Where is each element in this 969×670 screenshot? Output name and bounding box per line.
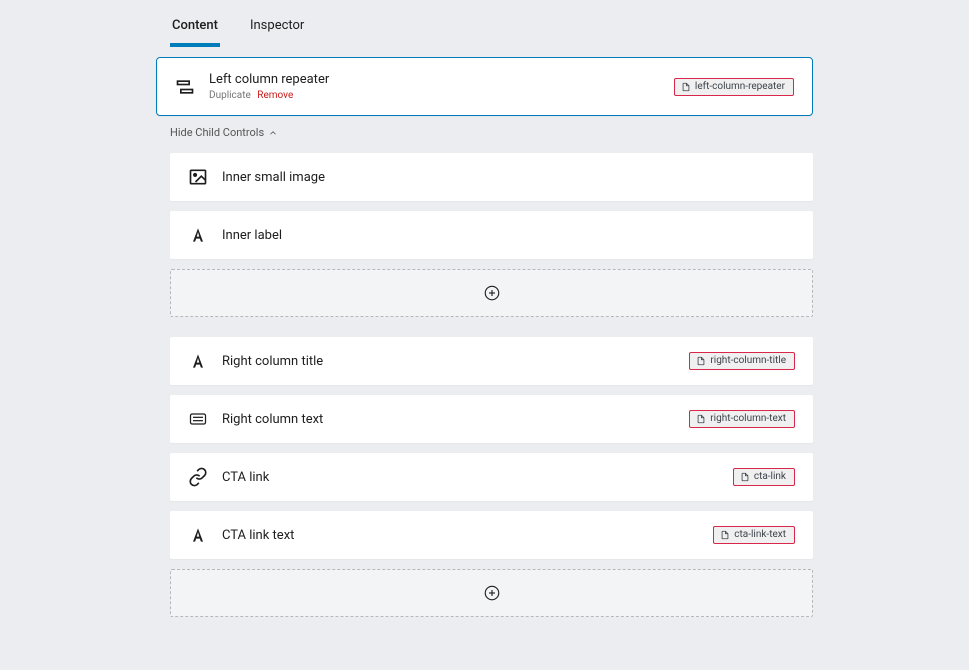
- block-right-column-title[interactable]: Right column title right-column-title: [170, 337, 813, 385]
- block-title: Right column text: [222, 412, 689, 427]
- slug-text: cta-link: [754, 472, 786, 482]
- text-icon: [188, 351, 208, 371]
- file-icon: [696, 356, 706, 366]
- block-cta-link[interactable]: CTA link cta-link: [170, 453, 813, 501]
- file-icon: [696, 414, 706, 424]
- block-title: Right column title: [222, 354, 689, 369]
- block-title: Inner label: [222, 228, 795, 243]
- slug-badge[interactable]: cta-link-text: [713, 526, 795, 544]
- slug-badge[interactable]: cta-link: [733, 468, 795, 486]
- text-icon: [188, 225, 208, 245]
- block-inner-label[interactable]: Inner label: [170, 211, 813, 259]
- remove-link[interactable]: Remove: [257, 90, 293, 101]
- slug-badge[interactable]: right-column-title: [689, 352, 795, 370]
- text-icon: [188, 525, 208, 545]
- plus-circle-icon: [483, 284, 501, 302]
- chevron-up-icon: [268, 128, 278, 138]
- file-icon: [681, 82, 691, 92]
- block-title: Left column repeater: [209, 72, 674, 87]
- repeater-icon: [175, 77, 195, 97]
- slug-text: cta-link-text: [734, 530, 786, 540]
- block-cta-link-text[interactable]: CTA link text cta-link-text: [170, 511, 813, 559]
- hide-child-controls-toggle[interactable]: Hide Child Controls: [156, 116, 292, 143]
- image-icon: [188, 167, 208, 187]
- file-icon: [720, 530, 730, 540]
- link-icon: [188, 467, 208, 487]
- slug-badge[interactable]: left-column-repeater: [674, 78, 794, 96]
- tab-content[interactable]: Content: [170, 10, 220, 47]
- block-inner-small-image[interactable]: Inner small image: [170, 153, 813, 201]
- tab-inspector[interactable]: Inspector: [248, 10, 306, 47]
- file-icon: [740, 472, 750, 482]
- block-left-column-repeater[interactable]: Left column repeater Duplicate Remove le…: [156, 57, 813, 116]
- block-title: Inner small image: [222, 170, 795, 185]
- slug-text: right-column-title: [710, 356, 786, 366]
- block-title: CTA link text: [222, 528, 713, 543]
- add-sibling-button[interactable]: [170, 569, 813, 617]
- textarea-icon: [188, 409, 208, 429]
- slug-text: right-column-text: [710, 414, 786, 424]
- hide-child-controls-label: Hide Child Controls: [170, 126, 264, 139]
- add-child-button[interactable]: [170, 269, 813, 317]
- slug-badge[interactable]: right-column-text: [689, 410, 795, 428]
- slug-text: left-column-repeater: [695, 82, 785, 92]
- plus-circle-icon: [483, 584, 501, 602]
- duplicate-link[interactable]: Duplicate: [209, 90, 251, 101]
- block-right-column-text[interactable]: Right column text right-column-text: [170, 395, 813, 443]
- block-title: CTA link: [222, 470, 733, 485]
- tabs: Content Inspector: [156, 10, 813, 47]
